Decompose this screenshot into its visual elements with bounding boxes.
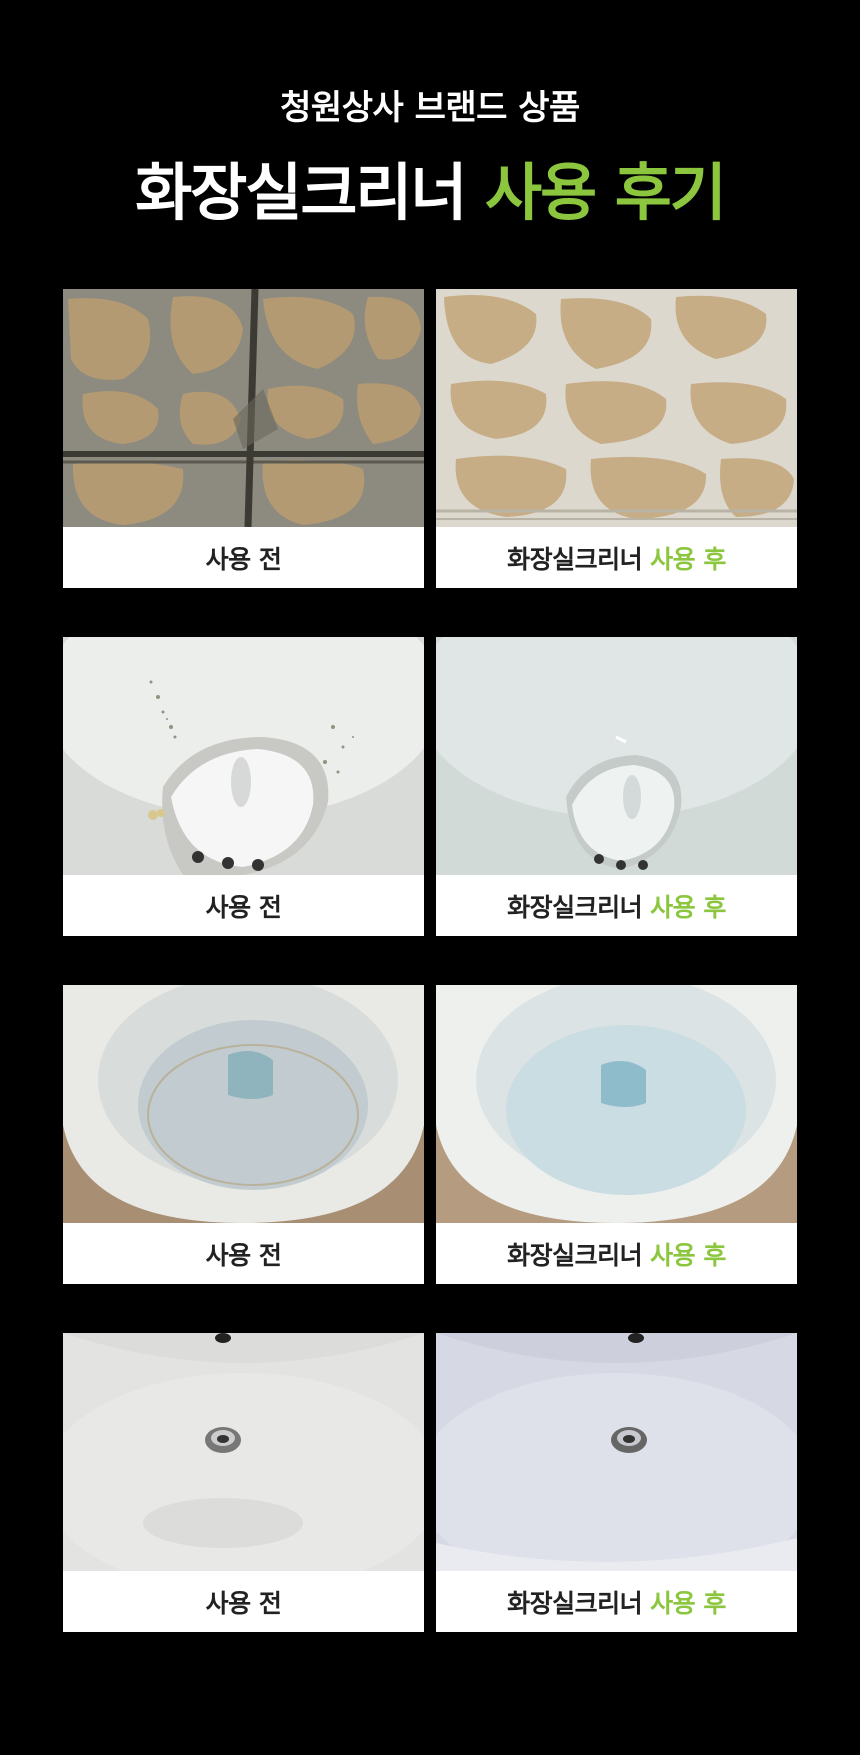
- after-photo-urinal: [436, 637, 797, 875]
- after-label-accent: 사용 후: [650, 1588, 726, 1618]
- before-caption: 사용 전: [63, 527, 424, 588]
- after-label-main: 화장실크리너: [507, 1240, 643, 1270]
- after-caption: 화장실크리너 사용 후: [436, 875, 797, 936]
- after-label-main: 화장실크리너: [507, 892, 643, 922]
- after-photo-toilet: [436, 985, 797, 1223]
- comparison-row-sink: 사용 전 화장실크리너 사용 후: [63, 1333, 797, 1632]
- before-caption: 사용 전: [63, 875, 424, 936]
- before-label: 사용 전: [205, 892, 282, 922]
- after-card: 화장실크리너 사용 후: [436, 985, 797, 1284]
- page-title: 화장실크리너 사용 후기: [0, 142, 860, 232]
- before-photo-urinal: [63, 637, 424, 875]
- before-card: 사용 전: [63, 289, 424, 588]
- after-label-accent: 사용 후: [650, 544, 726, 574]
- before-photo-sink: [63, 1333, 424, 1571]
- after-label-accent: 사용 후: [650, 1240, 726, 1270]
- comparison-row-urinal: 사용 전 화장실크리너 사용 후: [63, 637, 797, 936]
- before-card: 사용 전: [63, 985, 424, 1284]
- comparison-row-toilet: 사용 전 화장실크리너 사용 후: [63, 985, 797, 1284]
- after-caption: 화장실크리너 사용 후: [436, 1571, 797, 1632]
- after-caption: 화장실크리너 사용 후: [436, 527, 797, 588]
- before-photo-toilet: [63, 985, 424, 1223]
- before-caption: 사용 전: [63, 1571, 424, 1632]
- before-label: 사용 전: [205, 1240, 282, 1270]
- after-caption: 화장실크리너 사용 후: [436, 1223, 797, 1284]
- after-photo-sink: [436, 1333, 797, 1571]
- before-caption: 사용 전: [63, 1223, 424, 1284]
- before-label: 사용 전: [205, 544, 282, 574]
- after-label-accent: 사용 후: [650, 892, 726, 922]
- comparison-row-floor: 사용 전 화장실크리너 사용 후: [63, 289, 797, 588]
- title-accent: 사용 후기: [485, 156, 727, 229]
- after-label-main: 화장실크리너: [507, 1588, 643, 1618]
- before-card: 사용 전: [63, 637, 424, 936]
- after-photo-floor-tile: [436, 289, 797, 527]
- after-card: 화장실크리너 사용 후: [436, 289, 797, 588]
- after-card: 화장실크리너 사용 후: [436, 1333, 797, 1632]
- before-card: 사용 전: [63, 1333, 424, 1632]
- title-main: 화장실크리너: [135, 156, 467, 229]
- after-label-main: 화장실크리너: [507, 544, 643, 574]
- header: 청원상사 브랜드 상품 화장실크리너 사용 후기: [0, 0, 860, 260]
- before-label: 사용 전: [205, 1588, 282, 1618]
- brand-subtitle: 청원상사 브랜드 상품: [280, 88, 580, 128]
- before-photo-floor-tile: [63, 289, 424, 527]
- after-card: 화장실크리너 사용 후: [436, 637, 797, 936]
